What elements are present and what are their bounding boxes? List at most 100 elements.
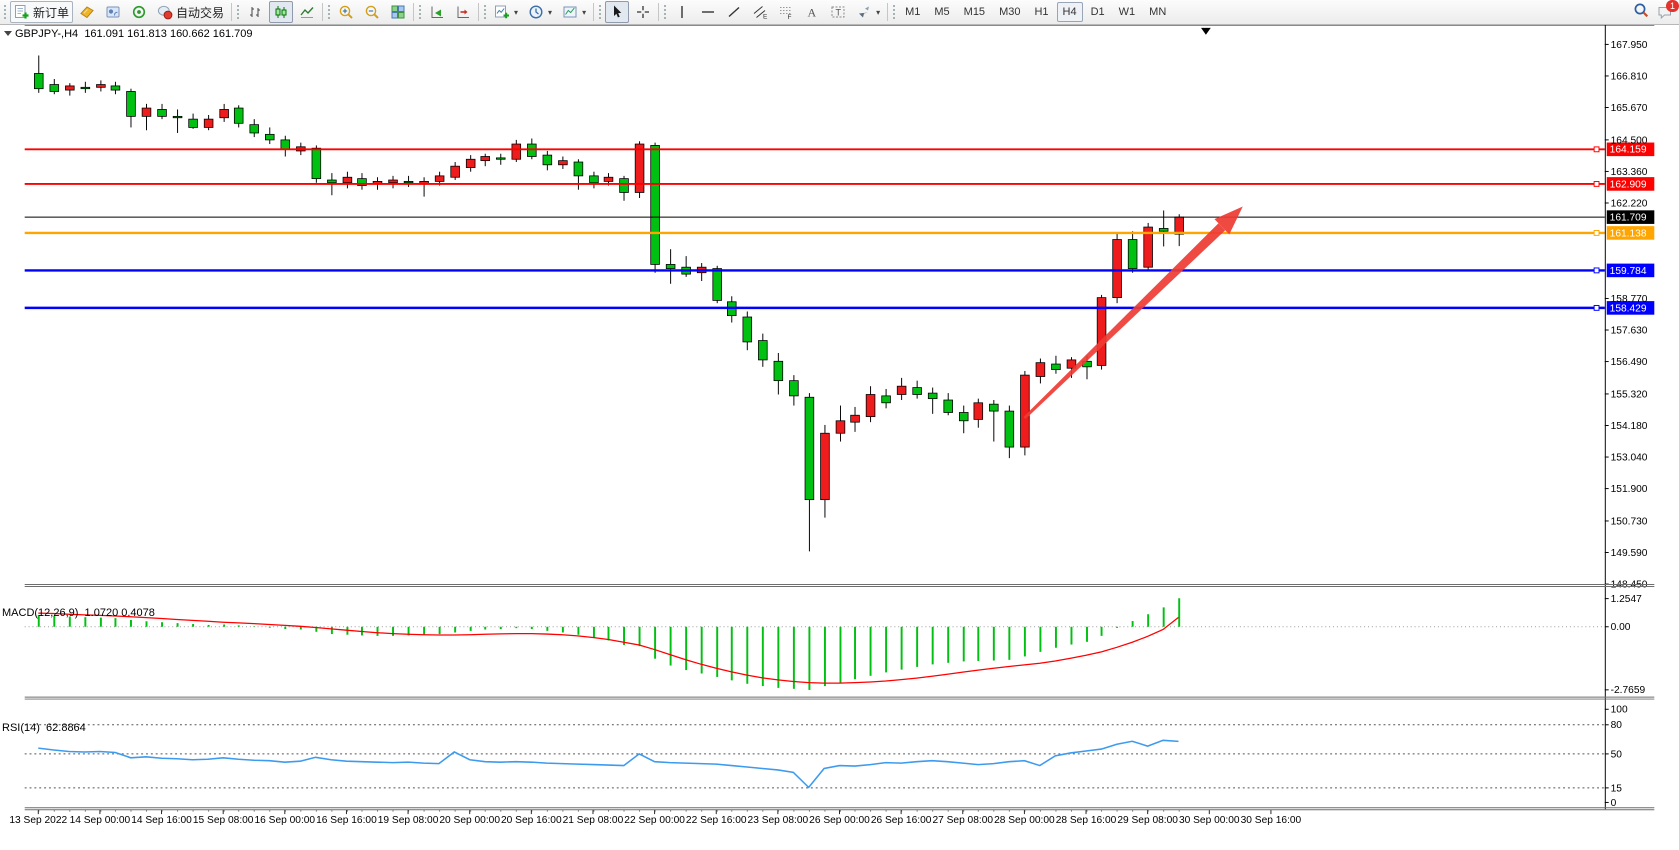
svg-text:80: 80 xyxy=(1611,720,1623,731)
crosshair-icon xyxy=(635,4,651,20)
toolbar: 新订单 自动交易 ▾ ▾ ▾ EFAT ▾ M1M5M15M30H1H4D1W1MN 1 xyxy=(0,0,1679,25)
svg-text:50: 50 xyxy=(1611,749,1623,760)
svg-text:161.138: 161.138 xyxy=(1610,228,1647,239)
mt4-window: 新订单自动交易▾▾▾EFAT▾M1M5M15M30H1H4D1W1MN1 164… xyxy=(0,0,1679,850)
notifications-button[interactable]: 1 xyxy=(1657,4,1673,20)
indicators-icon xyxy=(494,4,510,20)
timeframe-mn-button[interactable]: MN xyxy=(1143,2,1172,22)
cursor-button[interactable] xyxy=(605,1,629,23)
svg-text:27 Sep 08:00: 27 Sep 08:00 xyxy=(932,815,993,826)
crosshair-button[interactable] xyxy=(631,1,655,23)
toolbar-separator xyxy=(593,3,594,21)
horizontal-line-button[interactable] xyxy=(696,1,720,23)
cursor-icon xyxy=(609,4,625,20)
periods-icon xyxy=(528,4,544,20)
chart-shift-marker-icon[interactable] xyxy=(1201,28,1211,35)
chevron-down-icon[interactable]: ▾ xyxy=(582,8,586,17)
macd-pane[interactable] xyxy=(25,598,1605,690)
autotrading-icon xyxy=(157,4,173,20)
channel-button[interactable]: E xyxy=(748,1,772,23)
timeframe-d1-button[interactable]: D1 xyxy=(1085,2,1111,22)
templates-icon xyxy=(562,4,578,20)
bar-chart-button[interactable] xyxy=(243,1,267,23)
svg-text:149.590: 149.590 xyxy=(1611,548,1648,559)
timeframe-m5-button[interactable]: M5 xyxy=(928,2,955,22)
one-click-trading-toggle-icon[interactable] xyxy=(4,31,12,36)
vertical-line-button[interactable] xyxy=(670,1,694,23)
toolbar-grip xyxy=(3,4,7,20)
new-order-icon xyxy=(14,4,30,20)
text-button[interactable]: A xyxy=(800,1,824,23)
toolbar-separator xyxy=(322,3,323,21)
svg-text:162.909: 162.909 xyxy=(1610,179,1647,190)
chevron-down-icon[interactable]: ▾ xyxy=(514,8,518,17)
zoom-out-button[interactable] xyxy=(360,1,384,23)
trendline-button[interactable] xyxy=(722,1,746,23)
indicators-button[interactable]: ▾ xyxy=(490,1,522,23)
text-icon: A xyxy=(804,4,820,20)
shapes-button[interactable]: ▾ xyxy=(852,1,884,23)
trendline-icon xyxy=(726,4,742,20)
navigator-icon xyxy=(105,4,121,20)
rsi-pane[interactable] xyxy=(25,725,1605,788)
svg-text:155.320: 155.320 xyxy=(1611,389,1648,400)
timeframe-w1-button[interactable]: W1 xyxy=(1113,2,1142,22)
svg-text:22 Sep 00:00: 22 Sep 00:00 xyxy=(624,815,685,826)
timeframe-m1-button[interactable]: M1 xyxy=(899,2,926,22)
svg-text:0: 0 xyxy=(1611,798,1617,809)
chart-shift-button[interactable] xyxy=(451,1,475,23)
svg-text:20 Sep 16:00: 20 Sep 16:00 xyxy=(501,815,562,826)
toolbar-grip xyxy=(327,4,331,20)
svg-text:28 Sep 00:00: 28 Sep 00:00 xyxy=(994,815,1055,826)
autotrading-button-label: 自动交易 xyxy=(176,4,224,21)
signals-icon xyxy=(131,4,147,20)
main-price-pane[interactable] xyxy=(25,25,1655,551)
market-watch-button[interactable] xyxy=(75,1,99,23)
chart-title: GBPJPY-,H4 161.091 161.813 160.662 161.7… xyxy=(15,28,253,40)
zoom-in-button[interactable] xyxy=(334,1,358,23)
svg-text:15: 15 xyxy=(1611,783,1623,794)
symbol-period-label: GBPJPY-,H4 xyxy=(15,28,78,40)
line-chart-button[interactable] xyxy=(295,1,319,23)
autotrading-button[interactable]: 自动交易 xyxy=(153,1,228,23)
macd-signal-line xyxy=(38,613,1178,683)
bars-icon xyxy=(247,4,263,20)
periods-button[interactable]: ▾ xyxy=(524,1,556,23)
navigator-button[interactable] xyxy=(101,1,125,23)
rsi-label: RSI(14) 62.8864 xyxy=(2,722,86,734)
toolbar-grip xyxy=(663,4,667,20)
svg-text:15 Sep 08:00: 15 Sep 08:00 xyxy=(193,815,254,826)
svg-text:E: E xyxy=(763,14,768,21)
svg-text:165.670: 165.670 xyxy=(1611,103,1648,114)
timeframe-h4-button[interactable]: H4 xyxy=(1057,2,1083,22)
svg-text:167.950: 167.950 xyxy=(1611,40,1648,51)
chevron-down-icon[interactable]: ▾ xyxy=(548,8,552,17)
svg-text:26 Sep 16:00: 26 Sep 16:00 xyxy=(871,815,932,826)
zoom-in-icon xyxy=(338,4,354,20)
new-order-button[interactable]: 新订单 xyxy=(10,1,73,23)
channel-icon: E xyxy=(752,4,768,20)
tile-windows-button[interactable] xyxy=(386,1,410,23)
candlestick-button[interactable] xyxy=(269,1,293,23)
search-icon[interactable] xyxy=(1633,2,1649,23)
notification-count-badge: 1 xyxy=(1666,0,1679,12)
svg-text:29 Sep 08:00: 29 Sep 08:00 xyxy=(1117,815,1178,826)
svg-text:151.900: 151.900 xyxy=(1611,484,1648,495)
chart-canvas[interactable]: 164.159162.909161.709161.138159.784158.4… xyxy=(0,25,1679,850)
templates-button[interactable]: ▾ xyxy=(558,1,590,23)
auto-scroll-button[interactable] xyxy=(425,1,449,23)
fibonacci-button[interactable]: F xyxy=(774,1,798,23)
svg-text:100: 100 xyxy=(1611,705,1628,716)
svg-text:30 Sep 16:00: 30 Sep 16:00 xyxy=(1241,815,1302,826)
timeframe-h1-button[interactable]: H1 xyxy=(1028,2,1054,22)
signals-button[interactable] xyxy=(127,1,151,23)
svg-text:14 Sep 16:00: 14 Sep 16:00 xyxy=(131,815,192,826)
svg-text:16 Sep 16:00: 16 Sep 16:00 xyxy=(316,815,377,826)
toolbar-grip xyxy=(418,4,422,20)
timeframe-m30-button[interactable]: M30 xyxy=(993,2,1026,22)
label-button[interactable]: T xyxy=(826,1,850,23)
price-axis[interactable]: 164.159162.909161.709161.138159.784158.4… xyxy=(1605,25,1655,809)
chevron-down-icon[interactable]: ▾ xyxy=(876,8,880,17)
timeframe-m15-button[interactable]: M15 xyxy=(958,2,991,22)
time-axis[interactable]: 13 Sep 202214 Sep 00:0014 Sep 16:0015 Se… xyxy=(9,810,1301,826)
